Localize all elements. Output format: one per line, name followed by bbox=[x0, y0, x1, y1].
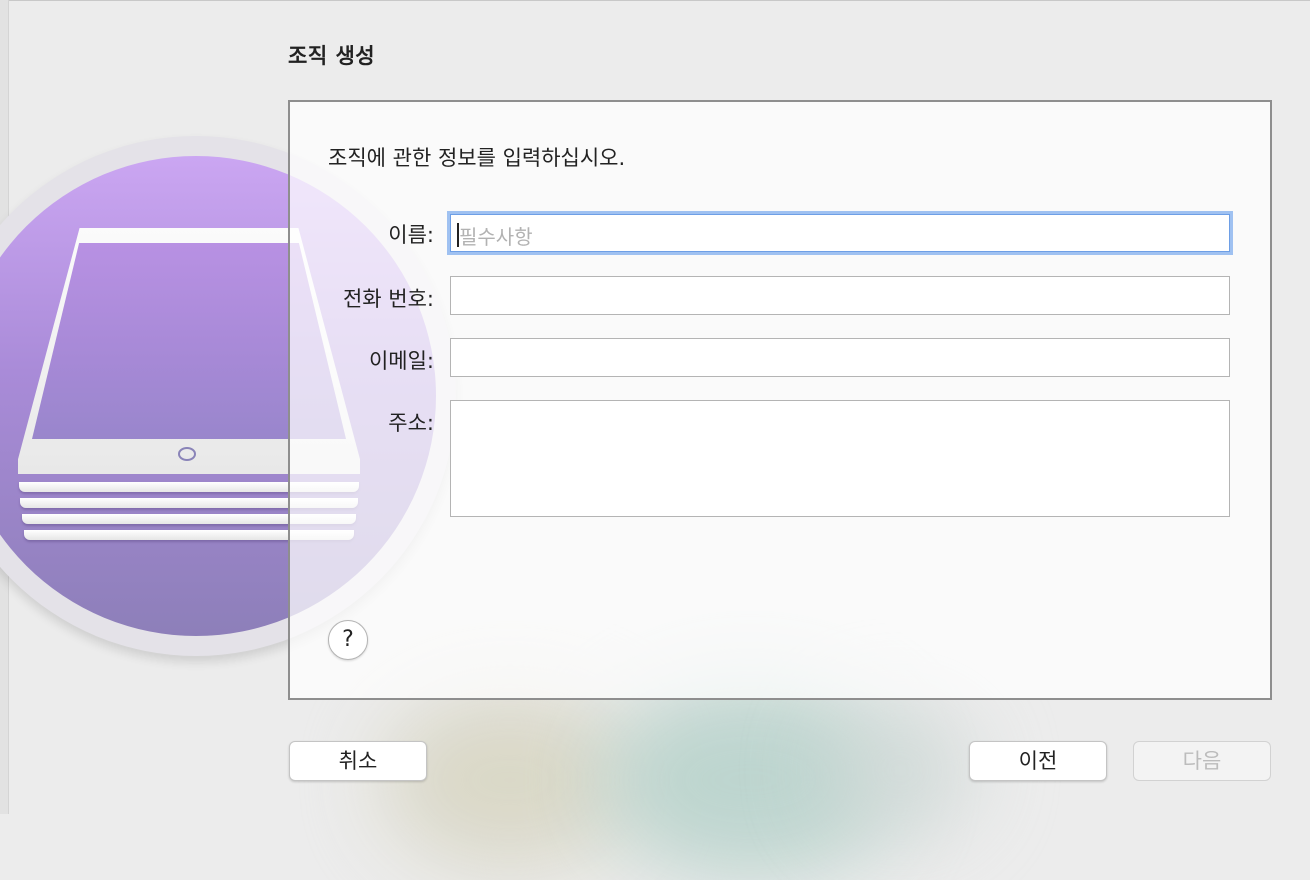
page-title: 조직 생성 bbox=[288, 44, 376, 68]
email-field[interactable] bbox=[450, 338, 1230, 377]
previous-button[interactable]: 이전 bbox=[969, 741, 1107, 781]
email-label: 이메일: bbox=[368, 349, 434, 373]
form-instructions: 조직에 관한 정보를 입력하십시오. bbox=[328, 146, 626, 170]
organization-form-panel: 조직에 관한 정보를 입력하십시오. 이름: 필수사항 전화 번호: 이메일: … bbox=[288, 100, 1272, 700]
name-label: 이름: bbox=[388, 223, 434, 247]
cancel-button[interactable]: 취소 bbox=[289, 741, 427, 781]
background-glow bbox=[820, 700, 980, 840]
address-field[interactable] bbox=[450, 400, 1230, 517]
ipad-home-button bbox=[178, 447, 196, 461]
name-placeholder: 필수사항 bbox=[459, 225, 533, 249]
window-top-border bbox=[0, 0, 1310, 1]
name-field[interactable]: 필수사항 bbox=[450, 214, 1230, 252]
phone-field[interactable] bbox=[450, 276, 1230, 315]
phone-label: 전화 번호: bbox=[342, 287, 434, 311]
address-label: 주소: bbox=[388, 411, 434, 435]
next-button[interactable]: 다음 bbox=[1133, 741, 1271, 781]
help-button[interactable]: ? bbox=[328, 620, 368, 660]
